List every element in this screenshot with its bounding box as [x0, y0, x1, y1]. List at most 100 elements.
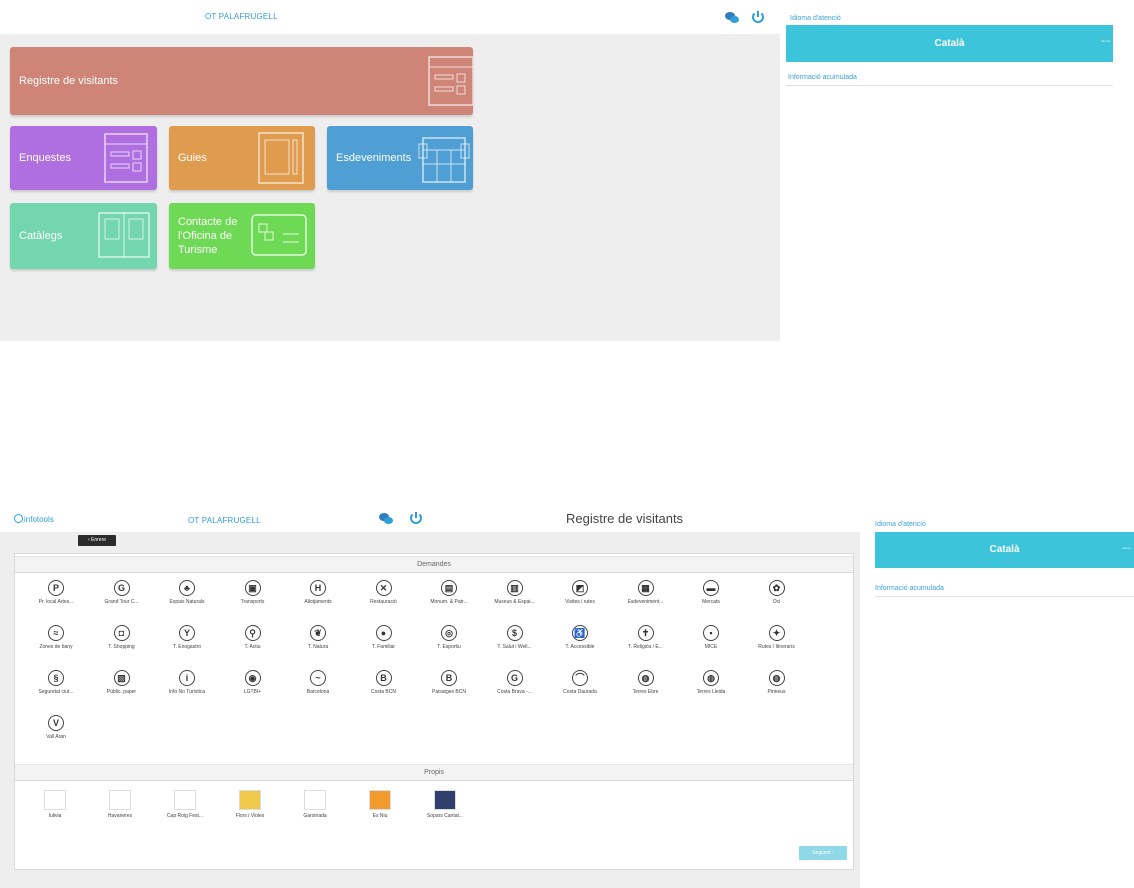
tile-label: Contacte de l'Oficina de Turisme — [178, 216, 238, 256]
category-label: Pirineus — [767, 689, 786, 695]
own-item[interactable]: Sopars Cantat... — [415, 790, 475, 830]
category-icon: ◍ — [703, 670, 719, 686]
category-icon: ▣ — [244, 580, 261, 596]
tile-guides[interactable]: Guies — [169, 126, 315, 190]
category-label: Restauració — [370, 599, 397, 605]
calendar-icon — [418, 137, 470, 183]
category-item[interactable]: ✿ Oci — [744, 580, 810, 618]
category-item[interactable]: ◍ Pirineus — [744, 670, 810, 708]
own-item[interactable]: Iulivia — [25, 790, 85, 830]
category-label: Museus & Espai... — [494, 599, 535, 605]
own-item[interactable]: Garoinada — [285, 790, 345, 830]
category-label: Barcelona — [306, 689, 330, 695]
category-icon: ▤ — [441, 580, 457, 596]
category-label: Allotjaments — [304, 599, 332, 605]
category-item[interactable]: ✝ T. Religiós / E... — [613, 625, 679, 663]
own-label: Iulivia — [48, 813, 62, 819]
category-item[interactable]: § Seguretat ciut... — [23, 670, 89, 708]
category-item[interactable]: G Grand Tour C... — [89, 580, 155, 618]
infotools-logo[interactable]: infotools — [14, 514, 54, 524]
tile-catalogs[interactable]: Catàlegs — [10, 203, 157, 269]
divider — [786, 85, 1113, 86]
category-item[interactable]: P Pr. local Artes... — [23, 580, 89, 618]
category-item[interactable]: ♣ Espais Naturals — [154, 580, 220, 618]
category-icon: B — [375, 670, 392, 686]
category-label: T. Shopping — [108, 644, 135, 650]
category-item[interactable]: ❦ T. Natura — [285, 625, 351, 663]
category-item[interactable]: ◎ T. Esportiu — [416, 625, 482, 663]
tile-events[interactable]: Esdeveniments — [327, 126, 473, 190]
category-label: Visites i rutes — [565, 599, 595, 605]
category-item[interactable]: ⌒ Costa Daurada — [547, 670, 613, 708]
chat-icon[interactable] — [724, 10, 740, 26]
category-item[interactable]: ▥ Museus & Espai... — [482, 580, 548, 618]
category-item[interactable]: ▪ MICE — [678, 625, 744, 663]
category-label: T. Actiu — [244, 644, 261, 650]
category-item[interactable]: ✕ Restauració — [351, 580, 417, 618]
own-item[interactable]: Es Niu — [350, 790, 410, 830]
language-button[interactable]: Català Idioma — [875, 532, 1134, 568]
category-item[interactable]: ▤ Monum. & Patr... — [416, 580, 482, 618]
category-item[interactable]: V Vall Aran — [23, 715, 89, 753]
category-label: Paisatges BCN — [432, 689, 466, 695]
category-item[interactable]: B Costa BCN — [351, 670, 417, 708]
back-button[interactable]: ‹ Enrere — [78, 535, 116, 546]
contact-card-icon — [251, 214, 307, 256]
category-item[interactable]: ◍ Terres Lleida — [678, 670, 744, 708]
category-item[interactable]: B Paisatges BCN — [416, 670, 482, 708]
category-item[interactable]: ✦ Rutes / Itineraris — [744, 625, 810, 663]
category-item[interactable]: ~ Barcelona — [285, 670, 351, 708]
language-button[interactable]: Català Idioma — [786, 25, 1113, 62]
accumulated-info-link[interactable]: Informació acumulada — [875, 585, 944, 592]
own-label: Garoinada — [303, 813, 327, 819]
own-label: Cap Roig Fest... — [166, 813, 204, 819]
next-label: Següent — [812, 850, 831, 856]
chat-icon[interactable] — [378, 511, 394, 527]
own-logo-icon — [109, 790, 131, 810]
category-item[interactable]: ♿ T. Accessible — [547, 625, 613, 663]
language-caption: Idioma d'atenció — [875, 521, 926, 528]
category-item[interactable]: ⚲ T. Actiu — [220, 625, 286, 663]
category-item[interactable]: $ T. Salut i Well... — [482, 625, 548, 663]
category-icon: H — [310, 580, 326, 596]
own-logo-icon — [434, 790, 456, 810]
category-icon: ◍ — [637, 670, 654, 686]
demands-header: Demandes — [15, 556, 853, 573]
register-panel: Demandes P Pr. local Artes... G Grand Tour … — [14, 553, 854, 870]
category-icon: ▥ — [506, 580, 523, 596]
category-item[interactable]: ▦ Esdeveniment... — [613, 580, 679, 618]
category-item[interactable]: ▧ Públic. paper — [89, 670, 155, 708]
category-label: Costa Daurada — [563, 689, 597, 695]
tile-contact[interactable]: Contacte de l'Oficina de Turisme — [169, 203, 315, 269]
next-button[interactable]: Següent › — [799, 846, 847, 860]
category-item[interactable]: ◍ Terres Ebre — [613, 670, 679, 708]
form-icon — [428, 56, 473, 106]
own-item[interactable]: Cap Roig Fest... — [155, 790, 215, 830]
tile-surveys[interactable]: Enquestes — [10, 126, 157, 190]
category-item[interactable]: ◘ T. Shopping — [89, 625, 155, 663]
power-icon[interactable] — [750, 9, 766, 25]
page-title: Registre de visitants — [566, 511, 684, 526]
category-label: Rutes / Itineraris — [758, 644, 795, 650]
own-item[interactable]: Havaneres — [90, 790, 150, 830]
category-item[interactable]: ◉ LGTBI+ — [220, 670, 286, 708]
category-item[interactable]: ● T. Familiar — [351, 625, 417, 663]
category-item[interactable]: H Allotjaments — [285, 580, 351, 618]
category-item[interactable]: Y T. Enogastro — [154, 625, 220, 663]
category-item[interactable]: i Info No Turística — [154, 670, 220, 708]
category-icon: ✕ — [375, 580, 392, 596]
own-header: Propis — [15, 764, 853, 781]
category-icon: ❦ — [310, 625, 326, 641]
power-icon[interactable] — [408, 510, 424, 526]
category-item[interactable]: ▣ Transports — [220, 580, 286, 618]
accumulated-info-link[interactable]: Informació acumulada — [788, 74, 857, 81]
category-icon: G — [113, 580, 130, 596]
category-item[interactable]: ◩ Visites i rutes — [547, 580, 613, 618]
own-label: Es Niu — [372, 813, 388, 819]
tile-visitor-register[interactable]: Registre de visitants — [10, 47, 473, 115]
book-icon — [98, 212, 150, 258]
category-item[interactable]: ≈ Zones de bany — [23, 625, 89, 663]
category-item[interactable]: G Costa Brava -... — [482, 670, 548, 708]
category-item[interactable]: ▬ Mercats — [678, 580, 744, 618]
own-item[interactable]: Flors i Violes — [220, 790, 280, 830]
